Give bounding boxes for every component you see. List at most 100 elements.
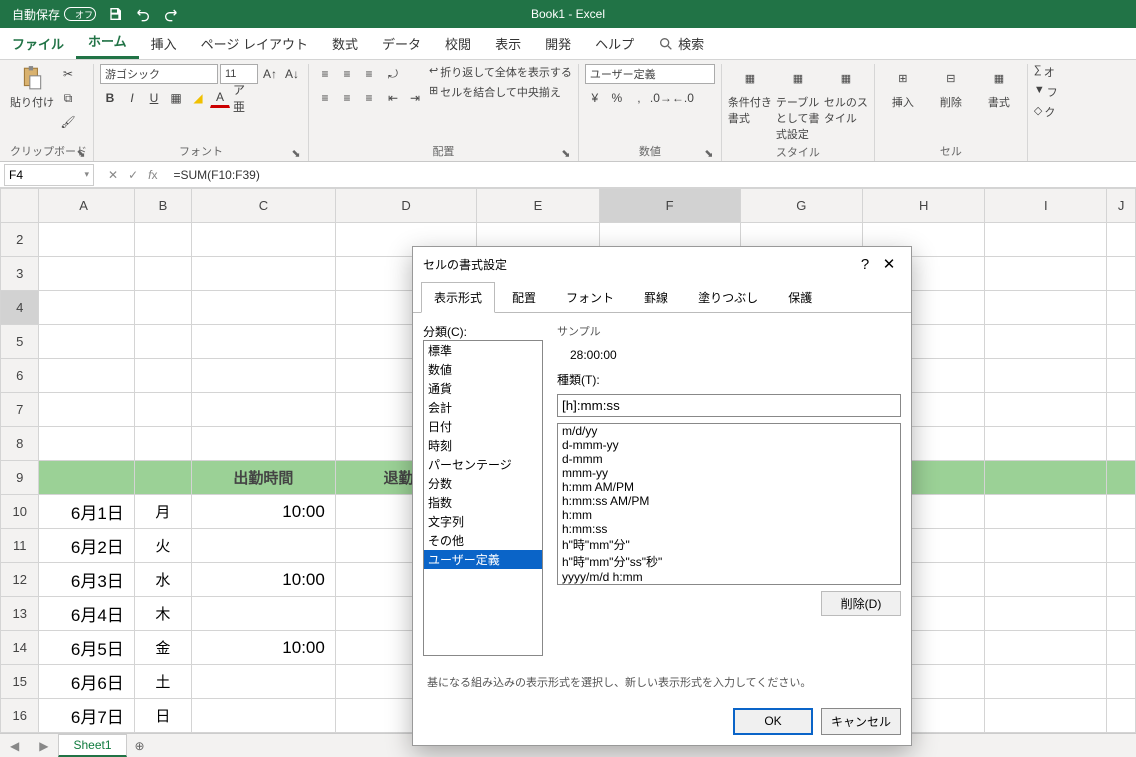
cell[interactable] (134, 325, 191, 359)
sheet-tab[interactable]: Sheet1 (58, 734, 126, 757)
cell[interactable] (134, 393, 191, 427)
category-item[interactable]: 分数 (424, 474, 542, 493)
row-header[interactable]: 7 (1, 393, 39, 427)
copy-icon[interactable]: ⧉ (58, 88, 78, 108)
cell[interactable] (39, 359, 134, 393)
row-header[interactable]: 12 (1, 563, 39, 597)
dialog-tab[interactable]: フォント (553, 282, 627, 313)
format-type-item[interactable]: m/d/yy (558, 424, 900, 438)
cell[interactable] (39, 257, 134, 291)
cell[interactable] (985, 529, 1107, 563)
undo-icon[interactable] (134, 5, 152, 23)
cell[interactable] (1107, 325, 1136, 359)
format-as-table-button[interactable]: ▦テーブルとして書式設定 (776, 64, 820, 142)
cell[interactable] (1107, 393, 1136, 427)
cell[interactable] (39, 325, 134, 359)
tab-data[interactable]: データ (370, 28, 433, 59)
column-header[interactable]: H (863, 189, 985, 223)
cell[interactable] (985, 223, 1107, 257)
cell[interactable] (1107, 257, 1136, 291)
cell[interactable] (134, 257, 191, 291)
font-color-button[interactable]: A (210, 88, 230, 108)
cell[interactable]: 木 (134, 597, 191, 631)
category-item[interactable]: ユーザー定義 (424, 550, 542, 569)
decrease-decimal-icon[interactable]: ←.0 (673, 88, 693, 108)
align-middle-icon[interactable]: ≡ (337, 64, 357, 84)
decrease-font-icon[interactable]: A↓ (282, 64, 302, 84)
bold-button[interactable]: B (100, 88, 120, 108)
format-type-item[interactable]: h"時"mm"分"ss"秒" (558, 553, 900, 570)
close-icon[interactable]: ✕ (877, 255, 901, 273)
delete-cells-button[interactable]: ⊟削除 (929, 64, 973, 110)
category-item[interactable]: パーセンテージ (424, 455, 542, 474)
row-header[interactable]: 3 (1, 257, 39, 291)
tab-file[interactable]: ファイル (0, 28, 76, 59)
category-item[interactable]: 数値 (424, 360, 542, 379)
format-type-item[interactable]: h"時"mm"分" (558, 536, 900, 553)
category-item[interactable]: 会計 (424, 398, 542, 417)
cell[interactable] (192, 393, 336, 427)
accounting-format-icon[interactable]: ¥ (585, 88, 605, 108)
category-item[interactable]: 文字列 (424, 512, 542, 531)
cell[interactable] (985, 665, 1107, 699)
category-item[interactable]: 日付 (424, 417, 542, 436)
cell[interactable] (192, 291, 336, 325)
cell[interactable]: 日 (134, 699, 191, 733)
category-item[interactable]: その他 (424, 531, 542, 550)
autosave-toggle[interactable]: 自動保存 オフ (12, 6, 96, 23)
cell[interactable] (192, 359, 336, 393)
category-item[interactable]: 指数 (424, 493, 542, 512)
wrap-text-button[interactable]: ↩折り返して全体を表示する (429, 64, 572, 80)
delete-format-button[interactable]: 削除(D) (821, 591, 901, 616)
cell[interactable] (1107, 291, 1136, 325)
comma-format-icon[interactable]: , (629, 88, 649, 108)
cell[interactable] (39, 461, 134, 495)
row-header[interactable]: 13 (1, 597, 39, 631)
font-name-combo[interactable]: 游ゴシック (100, 64, 218, 84)
cell[interactable] (1107, 563, 1136, 597)
cell[interactable]: 10:00 (192, 631, 336, 665)
redo-icon[interactable] (162, 5, 180, 23)
category-item[interactable]: 時刻 (424, 436, 542, 455)
row-header[interactable]: 16 (1, 699, 39, 733)
cell[interactable] (985, 461, 1107, 495)
cancel-button[interactable]: キャンセル (821, 708, 901, 735)
format-painter-icon[interactable]: 🖌 (58, 112, 78, 132)
format-cells-button[interactable]: ▦書式 (977, 64, 1021, 110)
phonetic-button[interactable]: ア亜 (232, 88, 252, 108)
fill-button[interactable]: ▼ フ (1034, 84, 1058, 100)
cell[interactable] (985, 427, 1107, 461)
align-right-icon[interactable]: ≡ (359, 88, 379, 108)
tab-page-layout[interactable]: ページ レイアウト (189, 28, 320, 59)
cell[interactable] (1107, 631, 1136, 665)
cell[interactable] (192, 665, 336, 699)
increase-indent-icon[interactable]: ⇥ (405, 88, 425, 108)
cell[interactable] (1107, 427, 1136, 461)
dialog-launcher-icon[interactable]: ⬊ (290, 147, 302, 159)
cut-icon[interactable]: ✂ (58, 64, 78, 84)
cell[interactable]: 6月1日 (39, 495, 134, 529)
increase-font-icon[interactable]: A↑ (260, 64, 280, 84)
tab-help[interactable]: ヘルプ (583, 28, 646, 59)
cell[interactable] (39, 427, 134, 461)
format-type-item[interactable]: d-mmm-yy (558, 438, 900, 452)
tab-scroll-right-icon[interactable]: ▶ (29, 739, 58, 753)
cell[interactable] (192, 223, 336, 257)
cell[interactable] (985, 495, 1107, 529)
formula-input[interactable]: =SUM(F10:F39) (167, 168, 1136, 182)
cell[interactable]: 6月7日 (39, 699, 134, 733)
column-header[interactable]: J (1107, 189, 1136, 223)
column-header[interactable]: I (985, 189, 1107, 223)
cell[interactable]: 土 (134, 665, 191, 699)
row-header[interactable]: 15 (1, 665, 39, 699)
dialog-launcher-icon[interactable]: ⬊ (560, 147, 572, 159)
category-item[interactable]: 通貨 (424, 379, 542, 398)
tab-view[interactable]: 表示 (483, 28, 533, 59)
percent-format-icon[interactable]: % (607, 88, 627, 108)
cell[interactable]: 6月4日 (39, 597, 134, 631)
cell[interactable] (985, 257, 1107, 291)
select-all-cell[interactable] (1, 189, 39, 223)
format-type-item[interactable]: h:mm:ss (558, 522, 900, 536)
row-header[interactable]: 14 (1, 631, 39, 665)
column-header[interactable]: E (477, 189, 599, 223)
